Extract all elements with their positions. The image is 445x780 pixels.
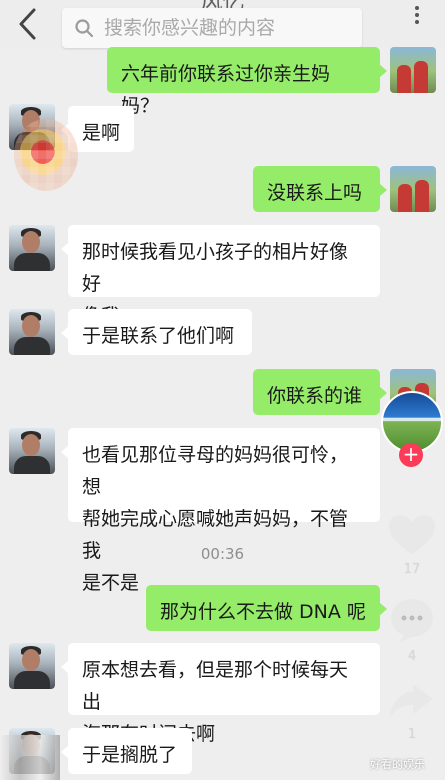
share-arrow-icon — [390, 684, 433, 718]
more-options-button[interactable] — [404, 0, 430, 30]
search-input[interactable] — [102, 16, 356, 40]
comment-bubble-icon — [391, 599, 433, 643]
chat-timestamp: 00:36 — [200, 545, 245, 563]
heart-icon — [389, 515, 435, 554]
search-bar[interactable] — [62, 8, 362, 48]
blurred-avatar-overlay — [14, 119, 78, 191]
like-button[interactable]: 17 — [386, 513, 438, 577]
search-icon — [74, 18, 94, 38]
receiver-avatar[interactable] — [9, 309, 55, 355]
receiver-avatar[interactable] — [9, 428, 55, 474]
share-button[interactable]: 1 — [386, 680, 438, 742]
sender-avatar[interactable] — [390, 47, 436, 93]
message-bubble-sent[interactable]: 没联系上吗 — [253, 166, 387, 212]
message-bubble-sent[interactable]: 六年前你联系过你亲生妈妈？ — [107, 47, 387, 117]
follow-button[interactable]: + — [399, 443, 423, 467]
comment-button[interactable]: 4 — [386, 596, 438, 664]
message-bubble-received[interactable]: 原本想去看，但是那个时候每天出 海那有时间去啊 — [61, 643, 380, 745]
vertical-more-icon — [415, 6, 419, 24]
bottom-blur-overlay — [0, 735, 60, 780]
message-bubble-sent[interactable]: 那为什么不去做 DNA 呢 — [146, 585, 387, 631]
message-bubble-received[interactable]: 也看见那位寻母的妈妈很可怜，想 帮她完成心愿喊她声妈妈，不管我 是不是 — [61, 428, 380, 594]
receiver-avatar[interactable] — [9, 225, 55, 271]
comment-count: 4 — [407, 649, 417, 664]
like-count: 17 — [403, 562, 421, 577]
message-bubble-received[interactable]: 于是搁脱了 — [61, 728, 192, 774]
message-bubble-received[interactable]: 那时候我看见小孩子的相片好像好 像我 — [61, 225, 380, 327]
share-count: 1 — [407, 727, 417, 742]
message-bubble-received[interactable]: 于是联系了他们啊 — [61, 309, 252, 355]
receiver-avatar[interactable] — [9, 643, 55, 689]
chat-header: 风忆 — [0, 0, 445, 48]
message-bubble-sent[interactable]: 你联系的谁 — [253, 369, 387, 415]
sender-avatar[interactable] — [390, 166, 436, 212]
source-watermark: 好看的娱乐 — [370, 758, 425, 771]
